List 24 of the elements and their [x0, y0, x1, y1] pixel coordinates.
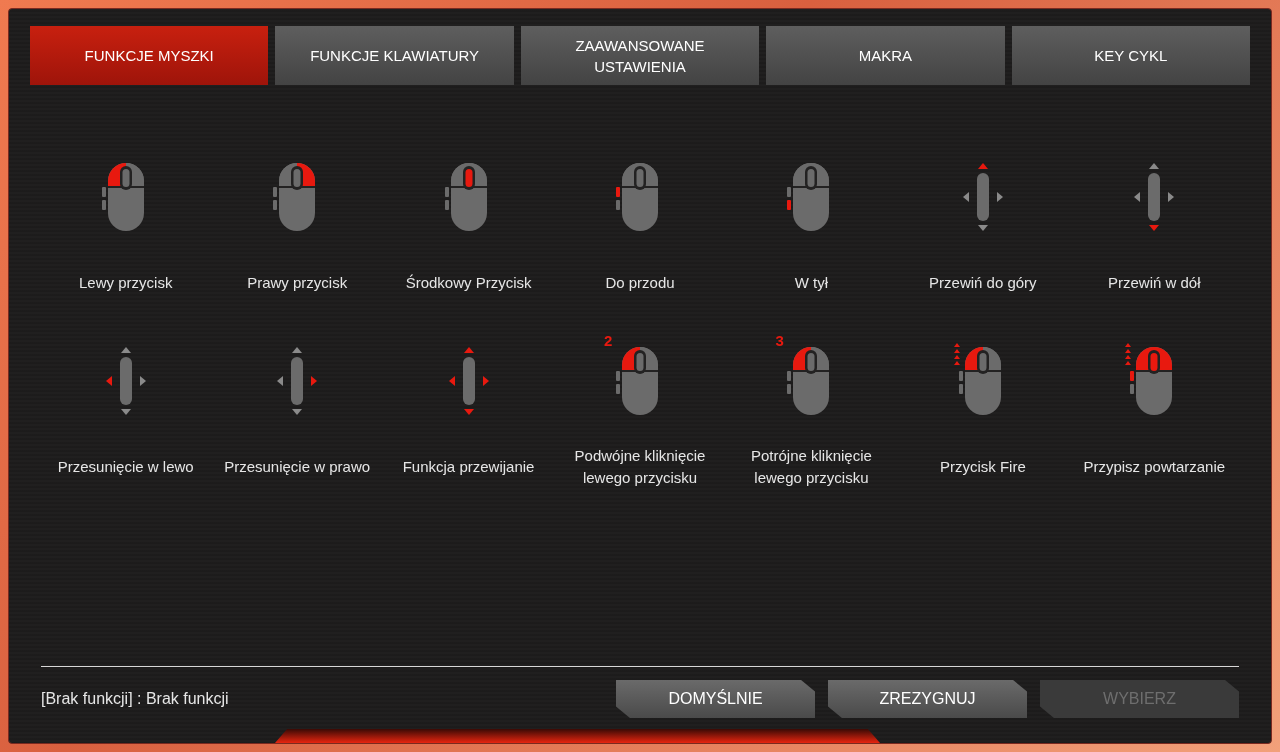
- click-count-label: 2: [604, 333, 613, 348]
- click-count-label: 3: [775, 333, 784, 348]
- tab[interactable]: ZAAWANSOWANE USTAWIENIA: [520, 26, 760, 85]
- function-label[interactable]: Prawy przycisk: [247, 272, 348, 294]
- function-label[interactable]: Lewy przycisk: [79, 272, 173, 294]
- function-label[interactable]: Przewiń do góry: [929, 272, 1037, 294]
- function-label[interactable]: Potrójne kliknięcie lewego przycisku: [732, 445, 891, 489]
- function-label[interactable]: Przesunięcie w prawo: [224, 456, 371, 478]
- function-label[interactable]: Środkowy Przycisk: [405, 272, 532, 294]
- function-label[interactable]: Przypisz powtarzanie: [1083, 456, 1226, 478]
- status-text: [Brak funkcji] : Brak funkcji: [41, 689, 229, 709]
- dialog-button[interactable]: DOMYŚLNIE: [616, 680, 815, 718]
- function-label[interactable]: Przesunięcie w lewo: [57, 456, 194, 478]
- function-label[interactable]: Podwójne kliknięcie lewego przycisku: [561, 445, 719, 489]
- tab[interactable]: FUNKCJE MYSZKI: [30, 26, 269, 85]
- tab[interactable]: FUNKCJE KLAWIATURY: [275, 26, 514, 85]
- function-label[interactable]: Do przodu: [605, 272, 675, 294]
- function-label[interactable]: W tył: [794, 272, 829, 294]
- dialog-button[interactable]: ZREZYGNUJ: [828, 680, 1027, 718]
- function-label[interactable]: Funkcja przewijanie: [402, 456, 535, 478]
- tab[interactable]: KEY CYKL: [1011, 26, 1250, 85]
- function-label[interactable]: Przycisk Fire: [939, 456, 1026, 478]
- function-label[interactable]: Przewiń w dół: [1108, 272, 1201, 294]
- tab[interactable]: MAKRA: [766, 26, 1005, 85]
